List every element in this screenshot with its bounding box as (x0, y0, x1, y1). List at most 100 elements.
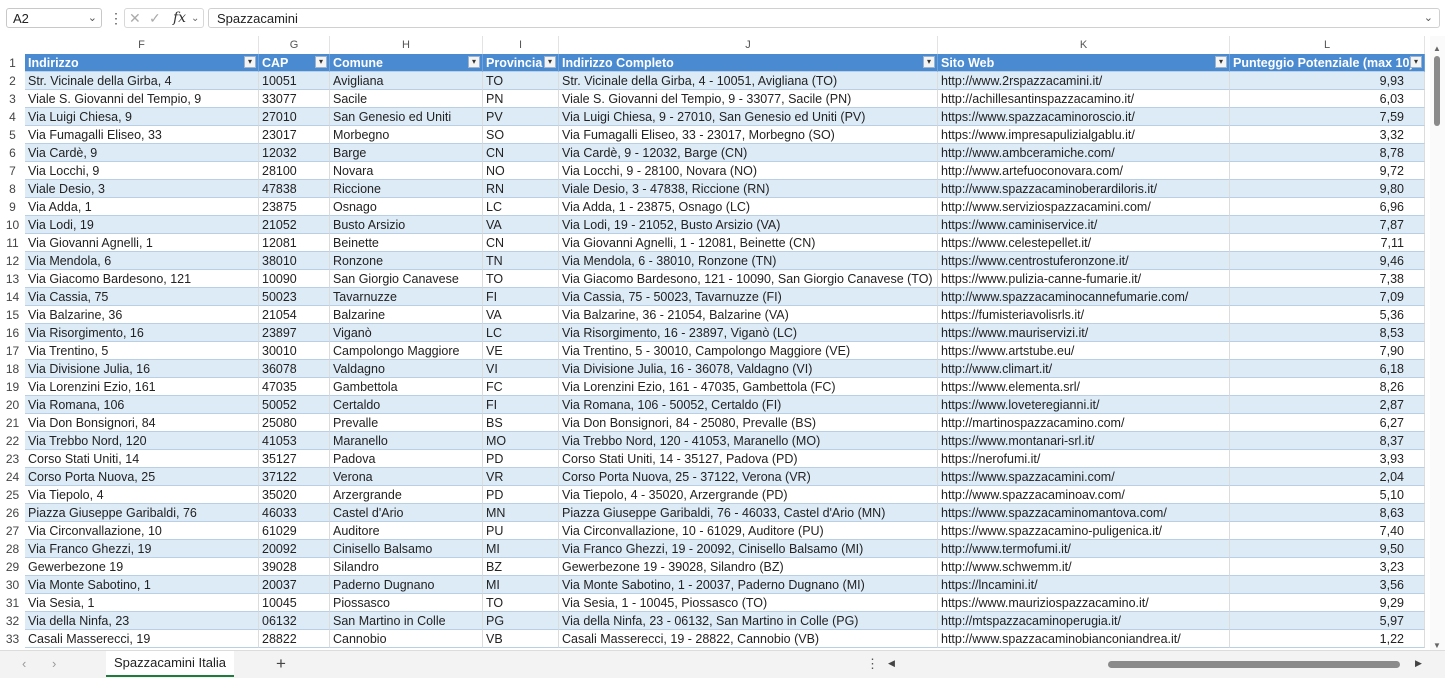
table-cell[interactable]: 9,93 (1230, 72, 1425, 90)
table-cell[interactable]: http://www.spazzacaminoberardiloris.it/ (938, 180, 1230, 198)
table-cell[interactable]: 6,96 (1230, 198, 1425, 216)
table-cell[interactable]: Morbegno (330, 126, 483, 144)
table-cell[interactable]: 8,53 (1230, 324, 1425, 342)
table-cell[interactable]: 39028 (259, 558, 330, 576)
cancel-icon[interactable]: ✕ (129, 10, 141, 27)
table-cell[interactable]: LC (483, 198, 559, 216)
table-cell[interactable]: Via Circonvallazione, 10 - 61029, Audito… (559, 522, 938, 540)
table-cell[interactable]: http://www.climart.it/ (938, 360, 1230, 378)
row-number[interactable]: 3 (0, 90, 25, 108)
table-cell[interactable]: Piazza Giuseppe Garibaldi, 76 - 46033, C… (559, 504, 938, 522)
table-cell[interactable]: Casali Masserecci, 19 - 28822, Cannobio … (559, 630, 938, 648)
table-cell[interactable]: 2,04 (1230, 468, 1425, 486)
table-cell[interactable]: 9,80 (1230, 180, 1425, 198)
row-number[interactable]: 20 (0, 396, 25, 414)
row-number[interactable]: 5 (0, 126, 25, 144)
table-cell[interactable]: 7,59 (1230, 108, 1425, 126)
row-number[interactable]: 31 (0, 594, 25, 612)
table-cell[interactable]: https://nerofumi.it/ (938, 450, 1230, 468)
table-cell[interactable]: PN (483, 90, 559, 108)
table-cell[interactable]: http://mtspazzacaminoperugia.it/ (938, 612, 1230, 630)
table-cell[interactable]: Via Luigi Chiesa, 9 (25, 108, 259, 126)
table-cell[interactable]: 5,10 (1230, 486, 1425, 504)
row-number[interactable]: 9 (0, 198, 25, 216)
table-cell[interactable]: MI (483, 540, 559, 558)
table-cell[interactable]: Via Romana, 106 - 50052, Certaldo (FI) (559, 396, 938, 414)
table-cell[interactable]: Via Giacomo Bardesono, 121 (25, 270, 259, 288)
table-cell[interactable]: 38010 (259, 252, 330, 270)
table-cell[interactable]: TN (483, 252, 559, 270)
table-cell[interactable]: http://www.serviziospazzacamini.com/ (938, 198, 1230, 216)
table-cell[interactable]: Avigliana (330, 72, 483, 90)
filter-dropdown-icon[interactable]: ▾ (544, 56, 556, 68)
table-cell[interactable]: Str. Vicinale della Girba, 4 - 10051, Av… (559, 72, 938, 90)
table-cell[interactable]: Via Franco Ghezzi, 19 (25, 540, 259, 558)
table-cell[interactable]: 8,63 (1230, 504, 1425, 522)
row-number[interactable]: 26 (0, 504, 25, 522)
table-cell[interactable]: VI (483, 360, 559, 378)
next-sheet-icon[interactable]: › (52, 656, 56, 671)
row-number[interactable]: 12 (0, 252, 25, 270)
row-number[interactable]: 29 (0, 558, 25, 576)
table-cell[interactable]: Via della Ninfa, 23 (25, 612, 259, 630)
table-cell[interactable]: Gewerbezone 19 (25, 558, 259, 576)
table-cell[interactable]: 28822 (259, 630, 330, 648)
table-cell[interactable]: 9,50 (1230, 540, 1425, 558)
table-cell[interactable]: Silandro (330, 558, 483, 576)
table-cell[interactable]: https://fumisteriavolisrls.it/ (938, 306, 1230, 324)
table-cell[interactable]: Tavarnuzze (330, 288, 483, 306)
scroll-down-icon[interactable]: ▼ (1433, 641, 1441, 650)
table-cell[interactable]: 20092 (259, 540, 330, 558)
table-header-cell[interactable]: Indirizzo▾ (25, 54, 259, 72)
table-cell[interactable]: Via Lodi, 19 (25, 216, 259, 234)
table-cell[interactable]: https://lncamini.it/ (938, 576, 1230, 594)
row-number[interactable]: 27 (0, 522, 25, 540)
table-cell[interactable]: PD (483, 486, 559, 504)
column-header-i[interactable]: I (483, 36, 559, 54)
table-cell[interactable]: 12081 (259, 234, 330, 252)
table-cell[interactable]: 50052 (259, 396, 330, 414)
table-cell[interactable]: 9,46 (1230, 252, 1425, 270)
filter-dropdown-icon[interactable]: ▾ (468, 56, 480, 68)
table-cell[interactable]: VB (483, 630, 559, 648)
table-cell[interactable]: http://www.ambceramiche.com/ (938, 144, 1230, 162)
table-cell[interactable]: Via Monte Sabotino, 1 (25, 576, 259, 594)
table-cell[interactable]: https://www.caminiservice.it/ (938, 216, 1230, 234)
table-cell[interactable]: Via Locchi, 9 (25, 162, 259, 180)
table-cell[interactable]: MN (483, 504, 559, 522)
table-cell[interactable]: Via Risorgimento, 16 (25, 324, 259, 342)
row-number[interactable]: 17 (0, 342, 25, 360)
column-header-g[interactable]: G (259, 36, 330, 54)
table-cell[interactable]: 61029 (259, 522, 330, 540)
table-cell[interactable]: San Genesio ed Uniti (330, 108, 483, 126)
table-cell[interactable]: MI (483, 576, 559, 594)
table-cell[interactable]: https://www.spazzacamini.com/ (938, 468, 1230, 486)
table-cell[interactable]: Via Don Bonsignori, 84 - 25080, Prevalle… (559, 414, 938, 432)
table-cell[interactable]: 7,90 (1230, 342, 1425, 360)
filter-dropdown-icon[interactable]: ▾ (315, 56, 327, 68)
row-number[interactable]: 23 (0, 450, 25, 468)
table-cell[interactable]: 20037 (259, 576, 330, 594)
table-cell[interactable]: 12032 (259, 144, 330, 162)
column-header-h[interactable]: H (330, 36, 483, 54)
table-cell[interactable]: https://www.artstube.eu/ (938, 342, 1230, 360)
row-number[interactable]: 16 (0, 324, 25, 342)
insert-function-icon[interactable]: fx (173, 10, 186, 26)
table-cell[interactable]: https://www.spazzacaminoroscio.it/ (938, 108, 1230, 126)
table-header-cell[interactable]: Provincia▾ (483, 54, 559, 72)
row-number[interactable]: 14 (0, 288, 25, 306)
table-cell[interactable]: Balzarine (330, 306, 483, 324)
table-cell[interactable]: Via Trentino, 5 (25, 342, 259, 360)
table-cell[interactable]: Via Mendola, 6 (25, 252, 259, 270)
table-cell[interactable]: Verona (330, 468, 483, 486)
table-cell[interactable]: MO (483, 432, 559, 450)
table-cell[interactable]: Via Monte Sabotino, 1 - 20037, Paderno D… (559, 576, 938, 594)
table-cell[interactable]: 9,29 (1230, 594, 1425, 612)
table-cell[interactable]: Via Fumagalli Eliseo, 33 - 23017, Morbeg… (559, 126, 938, 144)
table-cell[interactable]: Via Fumagalli Eliseo, 33 (25, 126, 259, 144)
table-cell[interactable]: 21054 (259, 306, 330, 324)
table-cell[interactable]: Via Circonvallazione, 10 (25, 522, 259, 540)
table-cell[interactable]: Via Luigi Chiesa, 9 - 27010, San Genesio… (559, 108, 938, 126)
table-cell[interactable]: 3,32 (1230, 126, 1425, 144)
table-cell[interactable]: FC (483, 378, 559, 396)
